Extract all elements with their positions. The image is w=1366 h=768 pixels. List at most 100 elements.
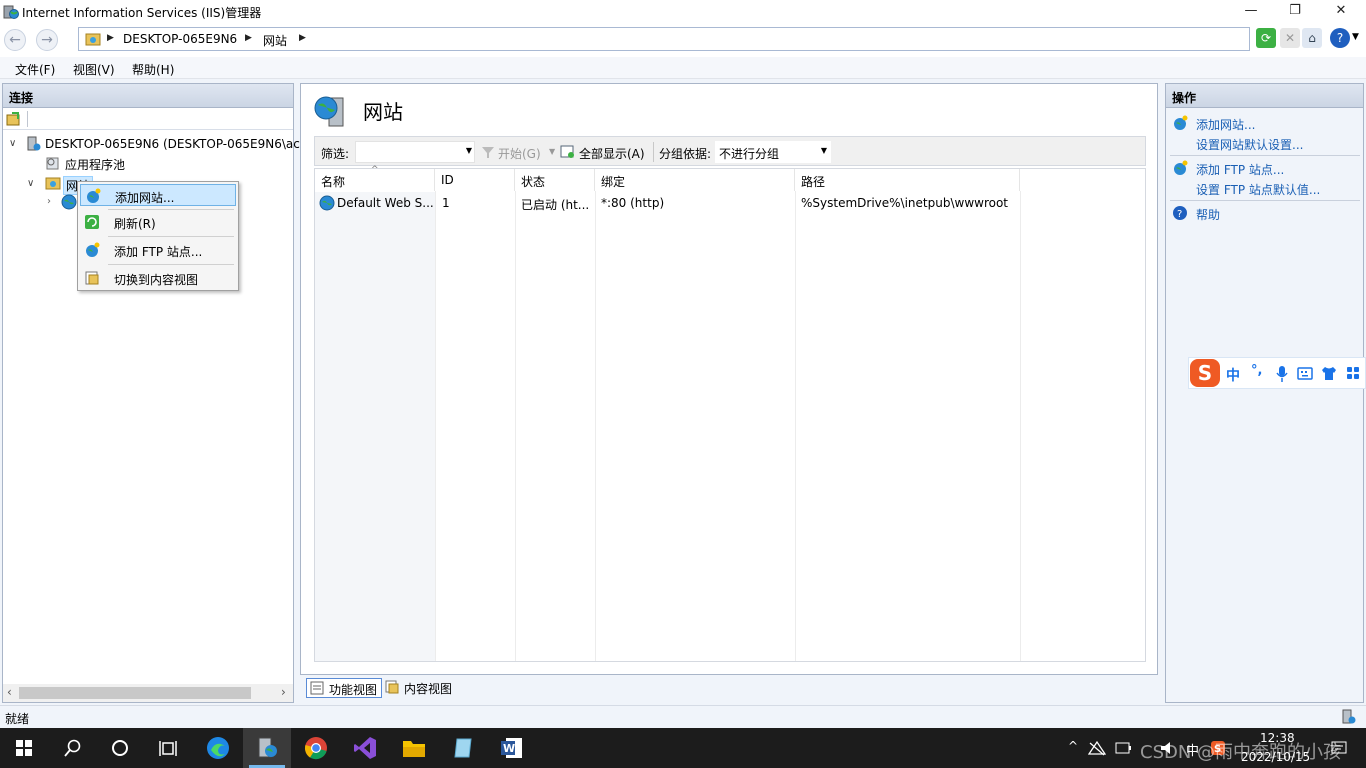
- ctx-separator: [108, 236, 234, 237]
- column-header-binding[interactable]: 绑定: [595, 169, 795, 191]
- column-header-name[interactable]: 名称: [315, 169, 435, 191]
- group-by-select[interactable]: 不进行分组 ▼: [715, 141, 831, 163]
- connect-icon[interactable]: [6, 111, 22, 127]
- server-icon: [27, 136, 41, 151]
- tree-server[interactable]: DESKTOP-065E9N6 (DESKTOP-065E9N6\ac: [45, 137, 300, 151]
- breadcrumb-server[interactable]: DESKTOP-065E9N6: [123, 32, 237, 46]
- home-icon[interactable]: ⌂: [1302, 28, 1322, 48]
- context-menu: 添加网站... 刷新(R) 添加 FTP 站点... 切换到内容视图: [77, 181, 239, 291]
- scroll-right-icon[interactable]: ›: [281, 685, 286, 699]
- scroll-left-icon[interactable]: ‹: [7, 685, 12, 699]
- scrollbar-thumb[interactable]: [19, 687, 251, 699]
- taskbar-edge[interactable]: [194, 728, 242, 768]
- word-icon: W: [501, 738, 522, 758]
- table-row[interactable]: Default Web S... 1 已启动 (ht... *:80 (http…: [315, 192, 1145, 214]
- tab-features-label: 功能视图: [329, 683, 378, 697]
- network-icon[interactable]: [1088, 740, 1106, 756]
- cortana-button[interactable]: [96, 728, 144, 768]
- search-button[interactable]: [48, 728, 96, 768]
- forward-button[interactable]: →: [36, 29, 58, 51]
- tree-app-pools[interactable]: 应用程序池: [65, 156, 125, 173]
- window-title: Internet Information Services (IIS)管理器: [22, 6, 262, 20]
- tab-content-view[interactable]: 内容视图: [382, 678, 456, 698]
- group-by-dropdown-icon[interactable]: ▼: [821, 146, 827, 155]
- connections-panel: 连接 ∨ DESKTOP-065E9N6 (DESKTOP-065E9N6\ac…: [2, 83, 300, 703]
- add-website-icon: [87, 188, 101, 203]
- column-header-status[interactable]: 状态: [515, 169, 595, 191]
- stop-icon[interactable]: ✕: [1280, 28, 1300, 48]
- funnel-icon: [482, 147, 494, 158]
- horizontal-scrollbar[interactable]: ‹ ›: [3, 684, 293, 702]
- tray-overflow-icon[interactable]: ^: [1068, 739, 1078, 753]
- breadcrumb-arrow-icon: ▶: [107, 33, 114, 43]
- menu-file[interactable]: 文件(F): [15, 61, 55, 78]
- ctx-switch-content-label: 切换到内容视图: [114, 273, 199, 287]
- taskbar-file-explorer[interactable]: [390, 728, 438, 768]
- action-help[interactable]: 帮助: [1196, 206, 1220, 223]
- refresh-icon[interactable]: ⟳: [1256, 28, 1276, 48]
- ctx-refresh-label: 刷新(R): [114, 217, 156, 231]
- tab-features-view[interactable]: 功能视图: [306, 678, 383, 698]
- name-column-shade: [315, 192, 435, 661]
- website-globe-icon: [61, 194, 77, 210]
- actions-divider: [1170, 200, 1360, 201]
- action-ftp-defaults[interactable]: 设置 FTP 站点默认值...: [1196, 181, 1320, 198]
- add-ftp-icon: [1174, 160, 1188, 175]
- show-all-button[interactable]: 全部显示(A): [579, 145, 645, 162]
- minimize-button[interactable]: —: [1228, 0, 1274, 24]
- microphone-icon[interactable]: [1275, 365, 1289, 383]
- ctx-add-ftp-site[interactable]: 添加 FTP 站点...: [80, 239, 236, 261]
- filter-input[interactable]: ▼: [355, 141, 475, 163]
- back-arrow-icon: ←: [9, 32, 21, 48]
- expand-chevron-icon[interactable]: ∨: [27, 178, 34, 189]
- taskbar-iis-manager[interactable]: [243, 728, 291, 768]
- column-header-id[interactable]: ID: [435, 169, 515, 191]
- start-button[interactable]: 开始(G): [498, 145, 541, 162]
- action-website-defaults[interactable]: 设置网站默认设置...: [1196, 136, 1303, 153]
- menu-view[interactable]: 视图(V): [73, 61, 115, 78]
- notepad-app-icon: [454, 738, 472, 758]
- task-view-button[interactable]: [144, 728, 192, 768]
- help-icon: ?: [1173, 206, 1187, 220]
- help-dropdown-icon[interactable]: ▼: [1352, 32, 1359, 42]
- ime-lang-toggle[interactable]: 中: [1226, 365, 1240, 385]
- filter-dropdown-icon[interactable]: ▼: [466, 146, 472, 155]
- view-tabs: 功能视图 内容视图: [300, 676, 1158, 702]
- back-button[interactable]: ←: [4, 29, 26, 51]
- close-button[interactable]: ✕: [1318, 0, 1364, 24]
- address-bar[interactable]: ▶ DESKTOP-065E9N6 ▶ 网站 ▶: [78, 27, 1250, 51]
- ctx-refresh[interactable]: 刷新(R): [80, 211, 236, 233]
- ctx-add-website[interactable]: 添加网站...: [80, 184, 236, 206]
- iis-app-icon: [3, 5, 19, 19]
- taskbar-visual-studio[interactable]: [341, 728, 389, 768]
- taskbar-word[interactable]: W: [488, 728, 536, 768]
- taskbar-app-light-blue[interactable]: [439, 728, 487, 768]
- start-button[interactable]: [0, 728, 48, 768]
- group-by-value: 不进行分组: [719, 147, 780, 161]
- column-header-path[interactable]: 路径: [795, 169, 1020, 191]
- breadcrumb-sites[interactable]: 网站: [263, 32, 287, 49]
- toolbox-grid-icon[interactable]: [1346, 366, 1360, 380]
- help-icon[interactable]: ?: [1330, 28, 1350, 48]
- ime-punct-toggle[interactable]: °,: [1251, 363, 1262, 378]
- expand-chevron-icon[interactable]: ∨: [9, 138, 16, 149]
- title-bar: Internet Information Services (IIS)管理器 —…: [0, 0, 1366, 24]
- skin-shirt-icon[interactable]: [1321, 366, 1337, 381]
- start-dropdown-icon[interactable]: ▼: [549, 147, 555, 156]
- ctx-switch-content-view[interactable]: 切换到内容视图: [80, 267, 236, 289]
- cortana-circle-icon: [112, 740, 128, 756]
- restore-button[interactable]: ❐: [1272, 0, 1318, 24]
- keyboard-icon[interactable]: [1297, 367, 1313, 380]
- refresh-icon: [85, 215, 99, 229]
- action-add-website[interactable]: 添加网站...: [1196, 116, 1255, 133]
- task-view-icon: [159, 741, 177, 756]
- collapse-chevron-icon[interactable]: ›: [47, 196, 51, 207]
- filter-bar: 筛选: ▼ 开始(G) ▼ 全部显示(A) 分组依据: 不进行分组 ▼: [314, 136, 1146, 166]
- sogou-logo-icon[interactable]: S: [1190, 359, 1220, 387]
- menu-help[interactable]: 帮助(H): [132, 61, 174, 78]
- taskbar-chrome[interactable]: [292, 728, 340, 768]
- action-add-ftp-site[interactable]: 添加 FTP 站点...: [1196, 161, 1284, 178]
- cell-path: %SystemDrive%\inetpub\wwwroot: [801, 196, 1008, 210]
- battery-icon[interactable]: [1114, 740, 1132, 756]
- edge-browser-icon: [207, 737, 229, 759]
